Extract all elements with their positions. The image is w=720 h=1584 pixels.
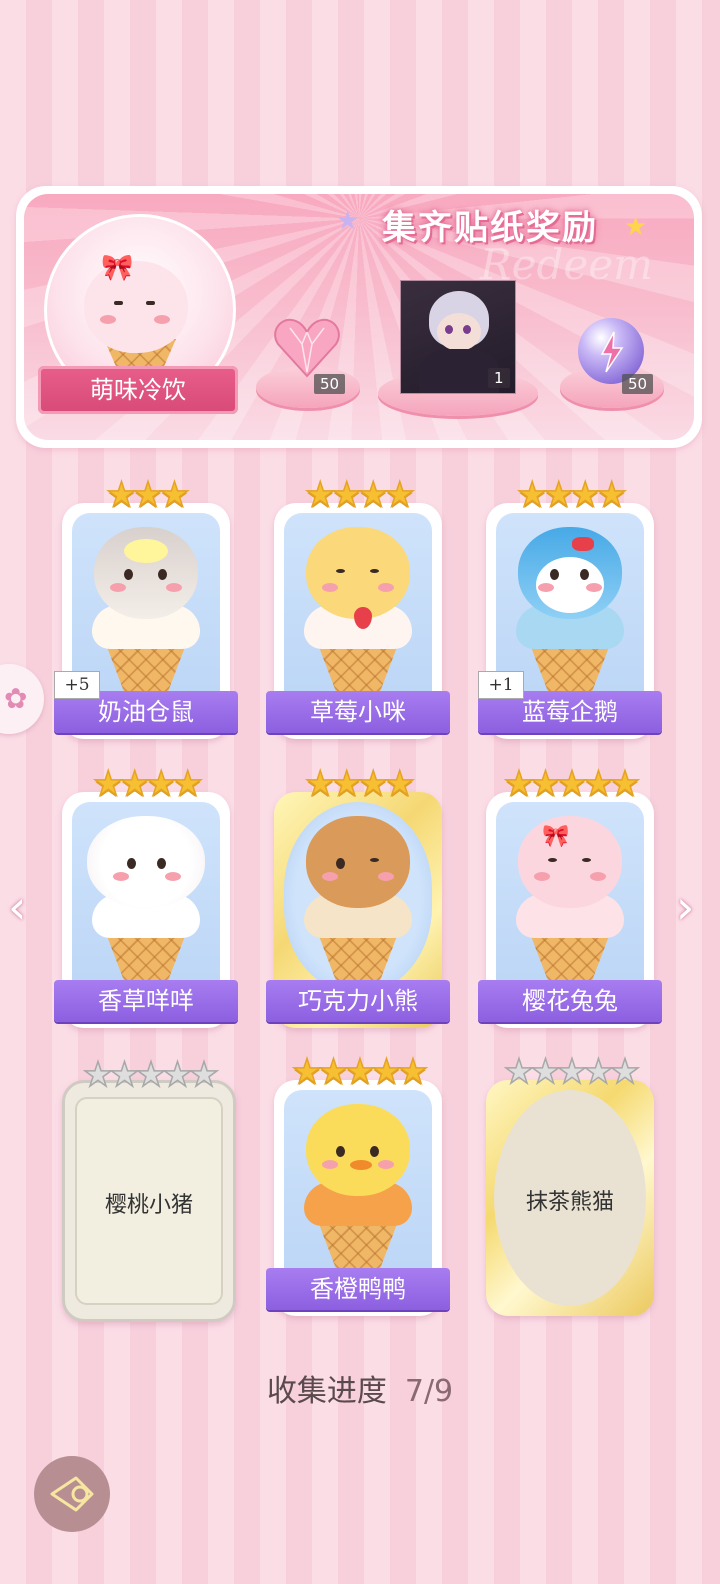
flower-icon: ✿ bbox=[4, 682, 28, 715]
sticker-card[interactable]: ★★★★ +1 蓝莓企鹅 bbox=[478, 474, 662, 739]
sticker-card[interactable]: ★★★ +5 奶油仓鼠 bbox=[54, 474, 238, 739]
sticker-name: 草莓小咪 bbox=[266, 691, 450, 733]
next-page-arrow[interactable]: › bbox=[676, 880, 694, 934]
star-rating: ★★★★ bbox=[92, 763, 203, 805]
star-deco-icon: ★ bbox=[336, 206, 360, 236]
duplicate-count-badge: +5 bbox=[54, 671, 100, 699]
star-rating: ★★★★ bbox=[304, 474, 415, 516]
star-deco-icon: ★ bbox=[624, 212, 648, 242]
sticker-art bbox=[284, 802, 432, 994]
sticker-art: 🎀 bbox=[496, 802, 644, 994]
reward-count: 1 bbox=[488, 368, 510, 388]
locked-sticker-card[interactable]: ★★★★★ 樱桃小猪 bbox=[62, 1054, 236, 1322]
sticker-card[interactable]: ★★★★★ 香橙鸭鸭 bbox=[266, 1051, 450, 1316]
collection-progress: 收集进度 7/9 bbox=[0, 1366, 720, 1410]
sticker-card[interactable]: ★★★★ 草莓小咪 bbox=[266, 474, 450, 739]
sticker-name: 巧克力小熊 bbox=[266, 980, 450, 1022]
set-name-label: 萌味冷饮 bbox=[38, 366, 238, 414]
bow-icon: 🎀 bbox=[101, 253, 134, 283]
sticker-art bbox=[284, 1090, 432, 1282]
sticker-name: 香橙鸭鸭 bbox=[266, 1268, 450, 1310]
star-rating: ★★★★ bbox=[304, 763, 415, 805]
sticker-name: 抹茶熊猫 bbox=[525, 1190, 614, 1215]
sticker-name: 香草咩咩 bbox=[54, 980, 238, 1022]
locked-sticker-card[interactable]: ★★★★★ 抹茶熊猫 bbox=[486, 1051, 654, 1316]
sticker-card[interactable]: ★★★★ 巧克力小熊 bbox=[266, 763, 450, 1028]
progress-label: 收集进度 bbox=[266, 1374, 387, 1409]
side-menu-tab[interactable]: ✿ bbox=[0, 664, 44, 734]
banner-title: 集齐贴纸奖励 bbox=[382, 208, 598, 248]
pink-heart-gem-icon[interactable] bbox=[272, 316, 342, 380]
back-button[interactable] bbox=[34, 1456, 110, 1532]
sticker-card[interactable]: ★★★★ 香草咩咩 bbox=[54, 763, 238, 1028]
star-rating: ★★★★★ bbox=[82, 1054, 220, 1096]
sticker-name: 樱花兔兔 bbox=[478, 980, 662, 1022]
progress-value: 7/9 bbox=[404, 1374, 454, 1409]
bow-icon: 🎀 bbox=[542, 824, 570, 849]
reward-count: 50 bbox=[314, 374, 346, 394]
star-rating: ★★★ bbox=[106, 474, 191, 516]
sticker-card[interactable]: ★★★★★ 🎀 樱花兔兔 bbox=[478, 763, 662, 1028]
star-rating: ★★★★ bbox=[516, 474, 627, 516]
star-rating: ★★★★★ bbox=[291, 1051, 429, 1093]
sticker-name: 樱桃小猪 bbox=[104, 1193, 193, 1218]
star-rating: ★★★★★ bbox=[503, 1051, 641, 1093]
back-arrow-icon bbox=[50, 1476, 94, 1512]
sticker-art bbox=[72, 802, 220, 994]
star-rating: ★★★★★ bbox=[503, 763, 641, 805]
duplicate-count-badge: +1 bbox=[478, 671, 524, 699]
reward-count: 50 bbox=[622, 374, 654, 394]
prev-page-arrow[interactable]: ‹ bbox=[8, 880, 26, 934]
sticker-art bbox=[284, 513, 432, 705]
